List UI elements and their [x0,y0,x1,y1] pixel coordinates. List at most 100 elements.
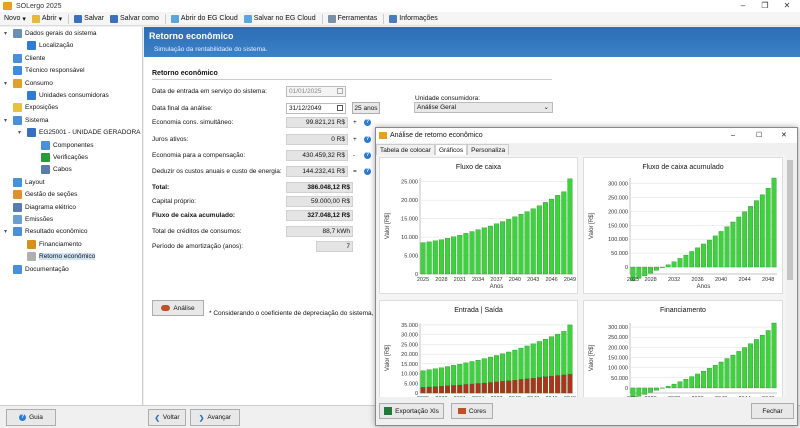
tree-item[interactable]: Diagrama elétrico [4,202,76,212]
tree-item[interactable]: Cabos [32,165,72,175]
operator-symbol: - [353,152,356,159]
y-tick-label: 200.000 [608,345,628,351]
end-date-field[interactable]: 31/12/2049 [286,103,346,114]
colors-label: Cores [468,407,487,415]
chart-bar [536,377,542,394]
next-button[interactable]: ❯ Avançar [190,409,240,426]
close-icon[interactable]: ✕ [776,0,798,12]
chart-bar [683,254,689,268]
colors-button[interactable]: Cores [451,403,493,419]
tree-item[interactable]: Documentação [4,264,69,274]
y-tick-label: 100.000 [608,366,628,372]
io-chart: 05.00010.00015.00020.00025.00030.00035.0… [385,323,576,397]
close-icon[interactable]: ✕ [781,128,787,143]
help-icon[interactable]: ? [364,136,371,143]
back-button[interactable]: ❮ Voltar [148,409,186,426]
palette-icon [457,408,466,414]
chart-bar [754,200,759,268]
tree-item[interactable]: ▾ Sistema [4,115,48,125]
minimize-icon[interactable]: – [732,0,754,12]
x-tick-label: 2040 [509,396,521,397]
chart-bar [420,387,426,394]
chart-bar [445,238,451,275]
tree-item[interactable]: Gestão de seções [4,190,77,200]
tab-customize[interactable]: Personaliza [467,144,510,155]
economic-return-dialog: Análise de retorno econômico – ☐ ✕ Tabel… [375,127,798,426]
open-button[interactable]: Abrir ▾ [31,14,62,23]
chart-bar [549,198,555,275]
y-tick-label: 50.000 [611,251,628,257]
tree-item[interactable]: Exposições [4,103,58,113]
tools-button[interactable]: Ferramentas [327,14,377,23]
tree-item[interactable]: Localização [18,41,73,51]
separator [68,13,70,24]
export-xls-button[interactable]: Exportação Xls [379,403,444,419]
open-cloud-button[interactable]: Abrir do EG Cloud [170,14,238,23]
tree-item[interactable]: Emissões [4,215,53,224]
export-xls-label: Exportação Xls [395,407,439,415]
x-tick-label: 2040 [715,277,727,283]
tab-table[interactable]: Tabela de colocar [376,144,435,155]
help-button[interactable]: ? Guia [6,409,56,426]
tree-toggle-icon[interactable]: ▾ [4,80,10,87]
tab-charts[interactable]: Gráficos [434,144,468,155]
consumer-unit-value: Análise Geral [417,104,457,111]
tree-node-icon [13,177,22,187]
tree-item[interactable]: ▾ EG25001 - UNIDADE GERADORA [18,128,141,138]
help-icon[interactable]: ? [364,119,371,126]
cashflow-label: Fluxo de caixa acumulado: [152,212,236,219]
y-axis-label: Valor [R$] [589,213,595,240]
minimize-icon[interactable]: – [731,128,735,143]
chart-bar [469,383,475,394]
operator-symbol: = [353,168,357,175]
chart-bar [736,216,742,268]
save-cloud-button[interactable]: Salvar no EG Cloud [243,14,316,23]
tree-item-label: Cliente [25,54,46,62]
tree-toggle-icon[interactable]: ▾ [4,228,10,235]
tree-node-icon [27,41,36,51]
chart-bar [518,379,524,394]
info-button[interactable]: Informações [389,14,438,23]
scrollbar-thumb[interactable] [787,160,793,280]
x-tick-label: 2031 [454,396,466,397]
chevron-down-icon: ⌄ [543,104,549,111]
chart-bar [420,242,426,275]
help-icon[interactable]: ? [364,152,371,159]
tree-item[interactable]: ▾ Consumo [4,78,53,88]
separator [164,13,166,24]
new-label: Novo [4,15,21,22]
new-button[interactable]: Novo ▾ [4,15,26,23]
tree-item[interactable]: Unidades consumidoras [18,91,109,100]
tree-toggle-icon[interactable]: ▾ [4,117,10,124]
save-button[interactable]: Salvar [74,14,104,23]
tree-item[interactable]: ▾ Dados gerais do sistema [4,29,97,38]
cashflow-value: 327.048,12 R$ [286,210,353,221]
save-label: Salvar [84,15,104,22]
tree-item[interactable]: Verificações [32,153,88,162]
restore-icon[interactable]: ❐ [754,0,776,12]
help-icon[interactable]: ? [364,168,371,175]
tree-item[interactable]: Layout [4,177,45,187]
separator [321,13,323,24]
tree-toggle-icon[interactable]: ▾ [4,30,10,37]
save-as-button[interactable]: Salvar como [110,14,159,23]
tree-item[interactable]: Técnico responsável [4,66,85,76]
tree-item[interactable]: ▾ Resultado econômico [4,227,88,237]
analysis-button[interactable]: Análise [152,300,204,316]
tree-item[interactable]: Cliente [4,53,46,63]
close-dialog-button[interactable]: Fechar [751,403,794,419]
y-tick-label: 200.000 [608,209,628,215]
chart-bar [549,375,555,394]
chart-bar [695,247,701,268]
x-tick-label: 2044 [739,277,751,283]
years-button[interactable]: 25 anos [352,102,380,114]
tree-toggle-icon[interactable]: ▾ [18,129,24,136]
tree-item[interactable]: Financiamento [18,239,82,249]
x-tick-label: 2032 [668,396,680,397]
tree-item[interactable]: Retorno econômico [18,252,96,262]
calendar-icon [337,105,343,111]
tree-item[interactable]: Componentes [32,140,93,150]
maximize-icon[interactable]: ☐ [756,128,762,143]
consumer-unit-select[interactable]: Análise Geral ⌄ [414,102,553,113]
chart-bar [677,381,683,389]
